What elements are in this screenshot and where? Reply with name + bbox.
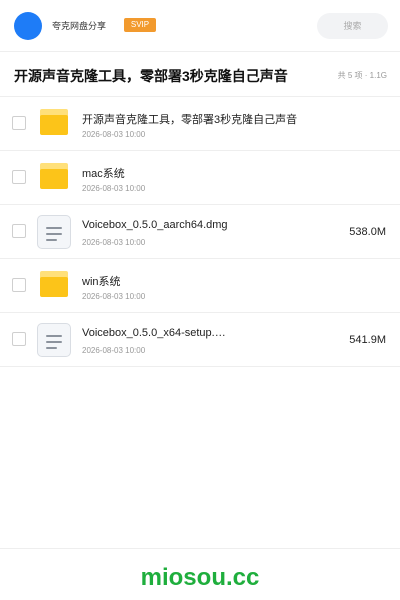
search-input[interactable]: 搜索 — [317, 13, 388, 39]
list-item[interactable]: mac系统 2026-08-03 10:00 — [0, 151, 400, 205]
file-size: 538.0M — [349, 226, 386, 238]
folder-icon — [40, 271, 68, 297]
file-name: Voicebox_0.5.0_aarch64.dmg — [82, 219, 228, 231]
file-name: mac系统 — [82, 168, 125, 180]
svip-badge: SVIP — [124, 18, 156, 32]
file-date: 2026-08-03 10:00 — [82, 238, 146, 247]
app-name: 夸克网盘分享 — [52, 21, 107, 31]
folder-icon — [40, 109, 68, 135]
file-date: 2026-08-03 10:00 — [82, 130, 146, 139]
file-name: Voicebox_0.5.0_x64-setup.… — [82, 327, 226, 339]
list-item[interactable]: 开源声音克隆工具，零部署3秒克隆自己声音 2026-08-03 10:00 — [0, 97, 400, 151]
file-list: 开源声音克隆工具，零部署3秒克隆自己声音 2026-08-03 10:00 ma… — [0, 97, 400, 367]
file-name: win系统 — [82, 276, 121, 288]
share-title-bar: 开源声音克隆工具，零部署3秒克隆自己声音 共 5 项 · 1.1G — [0, 53, 400, 97]
share-meta: 共 5 项 · 1.1G — [337, 71, 387, 80]
file-date: 2026-08-03 10:00 — [82, 184, 146, 193]
app-header: 夸克网盘分享 SVIP 搜索 — [0, 0, 400, 52]
list-item[interactable]: Voicebox_0.5.0_x64-setup.… 2026-08-03 10… — [0, 313, 400, 367]
file-date: 2026-08-03 10:00 — [82, 346, 146, 355]
file-size: 541.9M — [349, 334, 386, 346]
avatar[interactable] — [14, 12, 42, 40]
row-checkbox[interactable] — [12, 116, 26, 130]
list-item[interactable]: Voicebox_0.5.0_aarch64.dmg 2026-08-03 10… — [0, 205, 400, 259]
document-icon — [37, 215, 71, 249]
file-date: 2026-08-03 10:00 — [82, 292, 146, 301]
row-checkbox[interactable] — [12, 170, 26, 184]
file-name: 开源声音克隆工具，零部署3秒克隆自己声音 — [82, 114, 298, 126]
row-checkbox[interactable] — [12, 332, 26, 346]
page-title: 开源声音克隆工具，零部署3秒克隆自己声音 — [14, 68, 288, 84]
list-item[interactable]: win系统 2026-08-03 10:00 — [0, 259, 400, 313]
document-icon — [37, 323, 71, 357]
folder-icon — [40, 163, 68, 189]
footer: miosou.cc — [0, 548, 400, 600]
brand-watermark: miosou.cc — [140, 564, 260, 591]
row-checkbox[interactable] — [12, 224, 26, 238]
row-checkbox[interactable] — [12, 278, 26, 292]
